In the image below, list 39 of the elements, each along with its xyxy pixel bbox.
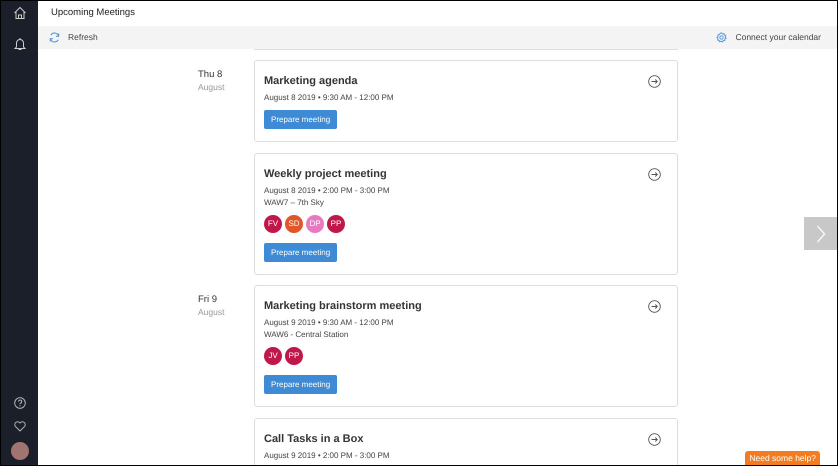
day-label: Fri 9: [198, 294, 218, 306]
meeting-location: WAW6 - Central Station: [264, 329, 350, 341]
refresh-icon: [49, 32, 60, 43]
attendee-avatar: DP: [306, 215, 324, 233]
avatar-placeholder[interactable]: [10, 442, 28, 460]
month-label: August: [198, 81, 226, 93]
attendee-avatar: PP: [327, 215, 345, 233]
meeting-title: Call Tasks in a Box: [264, 432, 364, 447]
help-button[interactable]: Need some help?: [745, 451, 820, 465]
attendee-avatar: PP: [285, 347, 303, 365]
meeting-title: Marketing agenda: [264, 74, 358, 89]
day-label: Thu 8: [198, 69, 224, 81]
meeting-time: August 8 2019 • 2:00 PM - 3:00 PM: [264, 185, 391, 197]
month-label: August: [198, 306, 226, 318]
heart-icon[interactable]: [14, 421, 26, 432]
arrow-circle-icon[interactable]: [648, 433, 661, 446]
bell-icon[interactable]: [14, 37, 26, 51]
meeting-location: WAW7 – 7th Sky: [264, 197, 325, 209]
arrow-circle-icon[interactable]: [648, 168, 661, 181]
arrow-circle-icon[interactable]: [648, 75, 661, 88]
meeting-time: August 9 2019 • 2:00 PM - 3:00 PM: [264, 450, 391, 462]
attendee-avatar: SD: [285, 215, 303, 233]
meeting-title: Marketing brainstorm meeting: [264, 299, 422, 314]
settings-icon: [716, 32, 728, 43]
chevron-right-icon: [816, 224, 826, 242]
prepare-meeting-button[interactable]: Prepare meeting: [264, 110, 338, 129]
connect-calendar-button[interactable]: Connect your calendar: [716, 31, 821, 44]
attendee-avatar: JV: [264, 347, 282, 365]
meeting-time: August 9 2019 • 9:30 AM - 12:00 PM: [264, 317, 395, 329]
meeting-title: Weekly project meeting: [264, 167, 387, 182]
meeting-time: August 8 2019 • 9:30 AM - 12:00 PM: [264, 92, 395, 104]
help-icon[interactable]: [14, 397, 26, 409]
home-icon[interactable]: [12, 6, 26, 20]
arrow-circle-icon[interactable]: [648, 300, 661, 313]
refresh-button[interactable]: Refresh: [49, 31, 98, 44]
attendee-avatar: FV: [264, 215, 282, 233]
page-title: Upcoming Meetings: [51, 6, 135, 20]
prepare-meeting-button[interactable]: Prepare meeting: [264, 375, 338, 394]
prepare-meeting-button[interactable]: Prepare meeting: [264, 243, 338, 262]
